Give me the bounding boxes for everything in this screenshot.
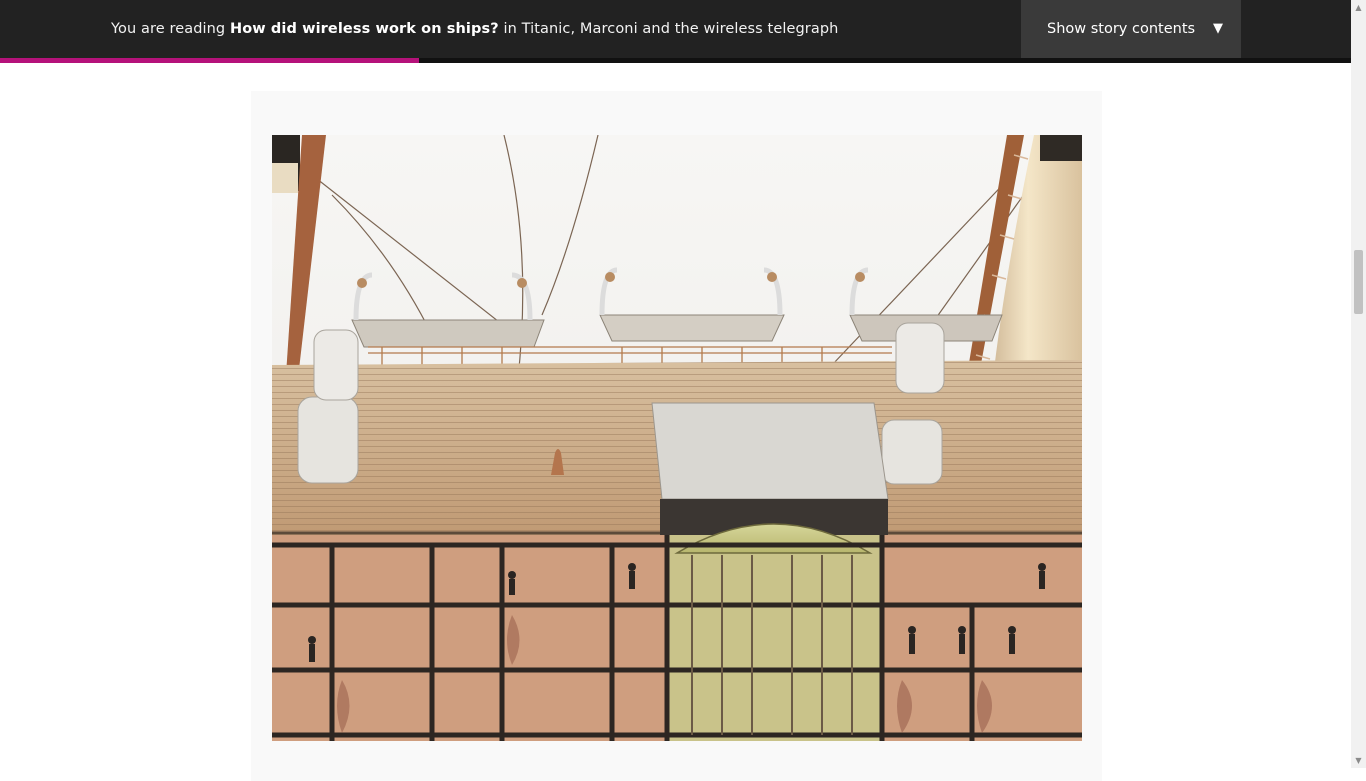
reading-prefix: You are reading bbox=[111, 21, 226, 37]
contents-button-label: Show story contents bbox=[1047, 21, 1196, 37]
figure-panel bbox=[251, 91, 1102, 781]
reading-status: You are reading How did wireless work on… bbox=[111, 0, 838, 58]
reading-connector: in bbox=[503, 21, 517, 37]
scroll-down-arrow-icon[interactable]: ▼ bbox=[1351, 753, 1366, 768]
reading-progress-bar bbox=[0, 58, 1351, 63]
vertical-scrollbar[interactable]: ▲ ▼ bbox=[1351, 0, 1366, 768]
chapter-title[interactable]: How did wireless work on ships? bbox=[230, 21, 499, 37]
show-story-contents-button[interactable]: Show story contents ▼ bbox=[1021, 0, 1241, 58]
scrollbar-thumb[interactable] bbox=[1354, 250, 1363, 314]
ship-model-image bbox=[272, 135, 1082, 741]
story-title[interactable]: Titanic, Marconi and the wireless telegr… bbox=[522, 21, 839, 37]
scroll-up-arrow-icon[interactable]: ▲ bbox=[1351, 0, 1366, 15]
triangle-down-icon: ▼ bbox=[1213, 21, 1223, 36]
reading-progress-fill bbox=[0, 58, 419, 63]
story-reading-bar: You are reading How did wireless work on… bbox=[0, 0, 1351, 58]
